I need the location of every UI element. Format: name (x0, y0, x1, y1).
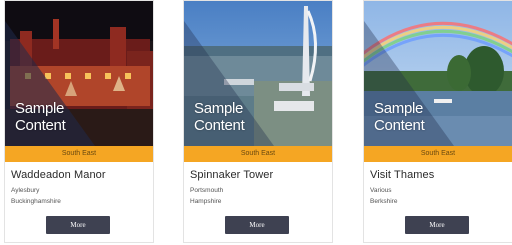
overlay-line-1: Sample (374, 100, 424, 117)
region-bar: South East (5, 146, 153, 162)
overlay-line-1: Sample (15, 100, 65, 117)
card-title[interactable]: Visit Thames (370, 169, 434, 181)
overlay-line-2: Content (15, 117, 66, 134)
overlay-text: Sample Content (15, 100, 66, 134)
card-location: Portsmouth (190, 187, 224, 194)
card-title[interactable]: Waddeadon Manor (11, 169, 106, 181)
card-location: Various (370, 187, 392, 194)
overlay-line-2: Content (194, 117, 245, 134)
attraction-card[interactable]: Sample Content South East Visit Thames V… (363, 0, 512, 243)
overlay-text: Sample Content (374, 100, 425, 134)
card-location: Aylesbury (11, 187, 40, 194)
overlay-line-1: Sample (194, 100, 244, 117)
more-button[interactable]: More (46, 216, 110, 234)
more-button[interactable]: More (405, 216, 469, 234)
more-button[interactable]: More (225, 216, 289, 234)
attraction-card[interactable]: Sample Content South East Spinnaker Towe… (183, 0, 333, 243)
attraction-card[interactable]: Sample Content South East Waddeadon Mano… (4, 0, 154, 243)
region-bar: South East (184, 146, 332, 162)
card-county: Buckinghamshire (11, 198, 61, 205)
region-bar: South East (364, 146, 512, 162)
card-county: Berkshire (370, 198, 398, 205)
card-county: Hampshire (190, 198, 222, 205)
card-title[interactable]: Spinnaker Tower (190, 169, 273, 181)
overlay-line-2: Content (374, 117, 425, 134)
overlay-text: Sample Content (194, 100, 245, 134)
